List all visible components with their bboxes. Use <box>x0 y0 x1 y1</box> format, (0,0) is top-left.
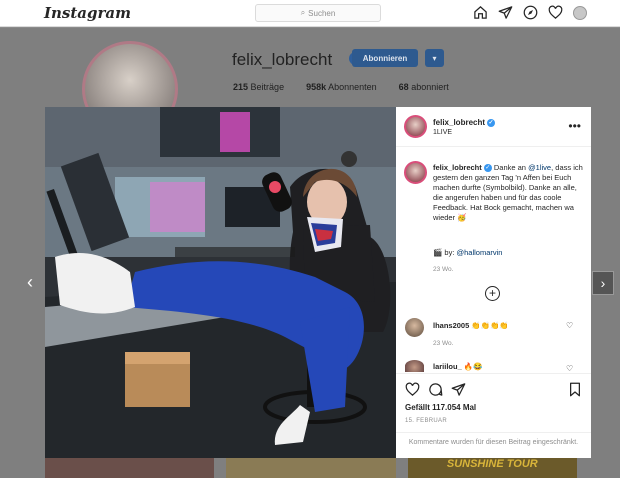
grid-thumbnail[interactable] <box>226 458 396 478</box>
instagram-logo[interactable]: Instagram <box>44 4 131 22</box>
profile-avatar[interactable] <box>573 5 587 20</box>
action-icons <box>405 382 466 397</box>
load-more-comments-icon[interactable]: + <box>485 286 500 301</box>
caption-author-avatar[interactable] <box>404 161 427 184</box>
followers-stat[interactable]: 958k Abonnenten <box>306 82 377 92</box>
comments-disabled-notice: Kommentare wurden für diesen Beitrag ein… <box>396 432 591 447</box>
post-author-avatar[interactable] <box>404 115 427 138</box>
commenter-avatar[interactable] <box>405 360 424 372</box>
grid-thumbnail[interactable]: SUNSHINE TOUR <box>407 458 577 478</box>
verified-badge-icon: ✓ <box>483 164 492 173</box>
comment-item: lhans2005 👏👏👏👏 <box>433 321 509 330</box>
home-icon[interactable] <box>473 5 488 20</box>
commenter-avatar[interactable] <box>405 318 424 337</box>
previous-post-arrow-icon[interactable]: ‹ <box>27 272 33 293</box>
comment-like-heart-icon[interactable]: ♡ <box>566 364 573 373</box>
post-actions: Gefällt 117.054 Mal 15. FEBRUAR Kommenta… <box>396 373 591 458</box>
search-input[interactable]: ⌕ Suchen <box>255 4 381 22</box>
next-post-arrow-icon[interactable]: › <box>592 271 614 295</box>
comment-timestamp: 23 Wo. <box>433 340 454 347</box>
top-nav: Instagram ⌕ Suchen <box>0 0 620 27</box>
profile-username: felix_lobrecht <box>232 50 333 69</box>
follow-button[interactable]: Abonnieren <box>352 49 418 67</box>
like-count[interactable]: Gefällt 117.054 Mal <box>405 403 476 412</box>
search-icon: ⌕ <box>300 8 306 17</box>
more-options-icon[interactable]: ••• <box>568 119 581 133</box>
direct-icon[interactable] <box>498 5 513 20</box>
comment-username[interactable]: lhans2005 <box>433 321 469 330</box>
post-photo <box>45 107 396 458</box>
post-author-username[interactable]: felix_lobrecht ✓ <box>433 118 496 127</box>
post-grid-row: SUNSHINE TOUR <box>45 458 577 478</box>
nav-icons <box>473 5 587 20</box>
profile-stats: 215 Beiträge 958k Abonnenten 68 abonnier… <box>233 82 449 92</box>
post-side-panel: felix_lobrecht ✓ 1LIVE ••• felix_lobrecht… <box>396 107 591 458</box>
explore-icon[interactable] <box>523 5 538 20</box>
comment-item: lariilou_ 🔥😂 <box>433 362 483 371</box>
search-placeholder: Suchen <box>308 8 336 18</box>
comment-username[interactable]: lariilou_ <box>433 362 462 371</box>
following-stat[interactable]: 68 abonniert <box>399 82 449 92</box>
post-header: felix_lobrecht ✓ 1LIVE ••• <box>396 107 591 147</box>
save-bookmark-icon[interactable] <box>568 382 582 397</box>
mention-link[interactable]: @1live <box>528 163 551 172</box>
post-date: 15. FEBRUAR <box>405 418 447 424</box>
caption-username[interactable]: felix_lobrecht <box>433 163 482 172</box>
radio-studio-photo <box>45 107 396 458</box>
suggestions-dropdown-button[interactable]: ▾ <box>425 49 444 67</box>
post-caption: felix_lobrecht ✓ Danke an @1live, dass ic… <box>433 163 583 222</box>
posts-stat: 215 Beiträge <box>233 82 285 92</box>
verified-badge-icon: ✓ <box>487 118 496 127</box>
caption-byline: 🎬 by: @hallomarvin <box>433 248 503 257</box>
caption-timestamp: 23 Wo. <box>433 266 454 273</box>
heart-icon[interactable] <box>548 5 563 20</box>
comment-like-heart-icon[interactable]: ♡ <box>566 321 573 330</box>
comment-bubble-icon[interactable] <box>428 382 443 397</box>
post-location[interactable]: 1LIVE <box>433 129 452 136</box>
share-paper-plane-icon[interactable] <box>451 382 466 397</box>
grid-thumbnail[interactable] <box>45 458 215 478</box>
byline-mention-link[interactable]: @hallomarvin <box>457 248 503 257</box>
like-heart-icon[interactable] <box>405 382 420 397</box>
